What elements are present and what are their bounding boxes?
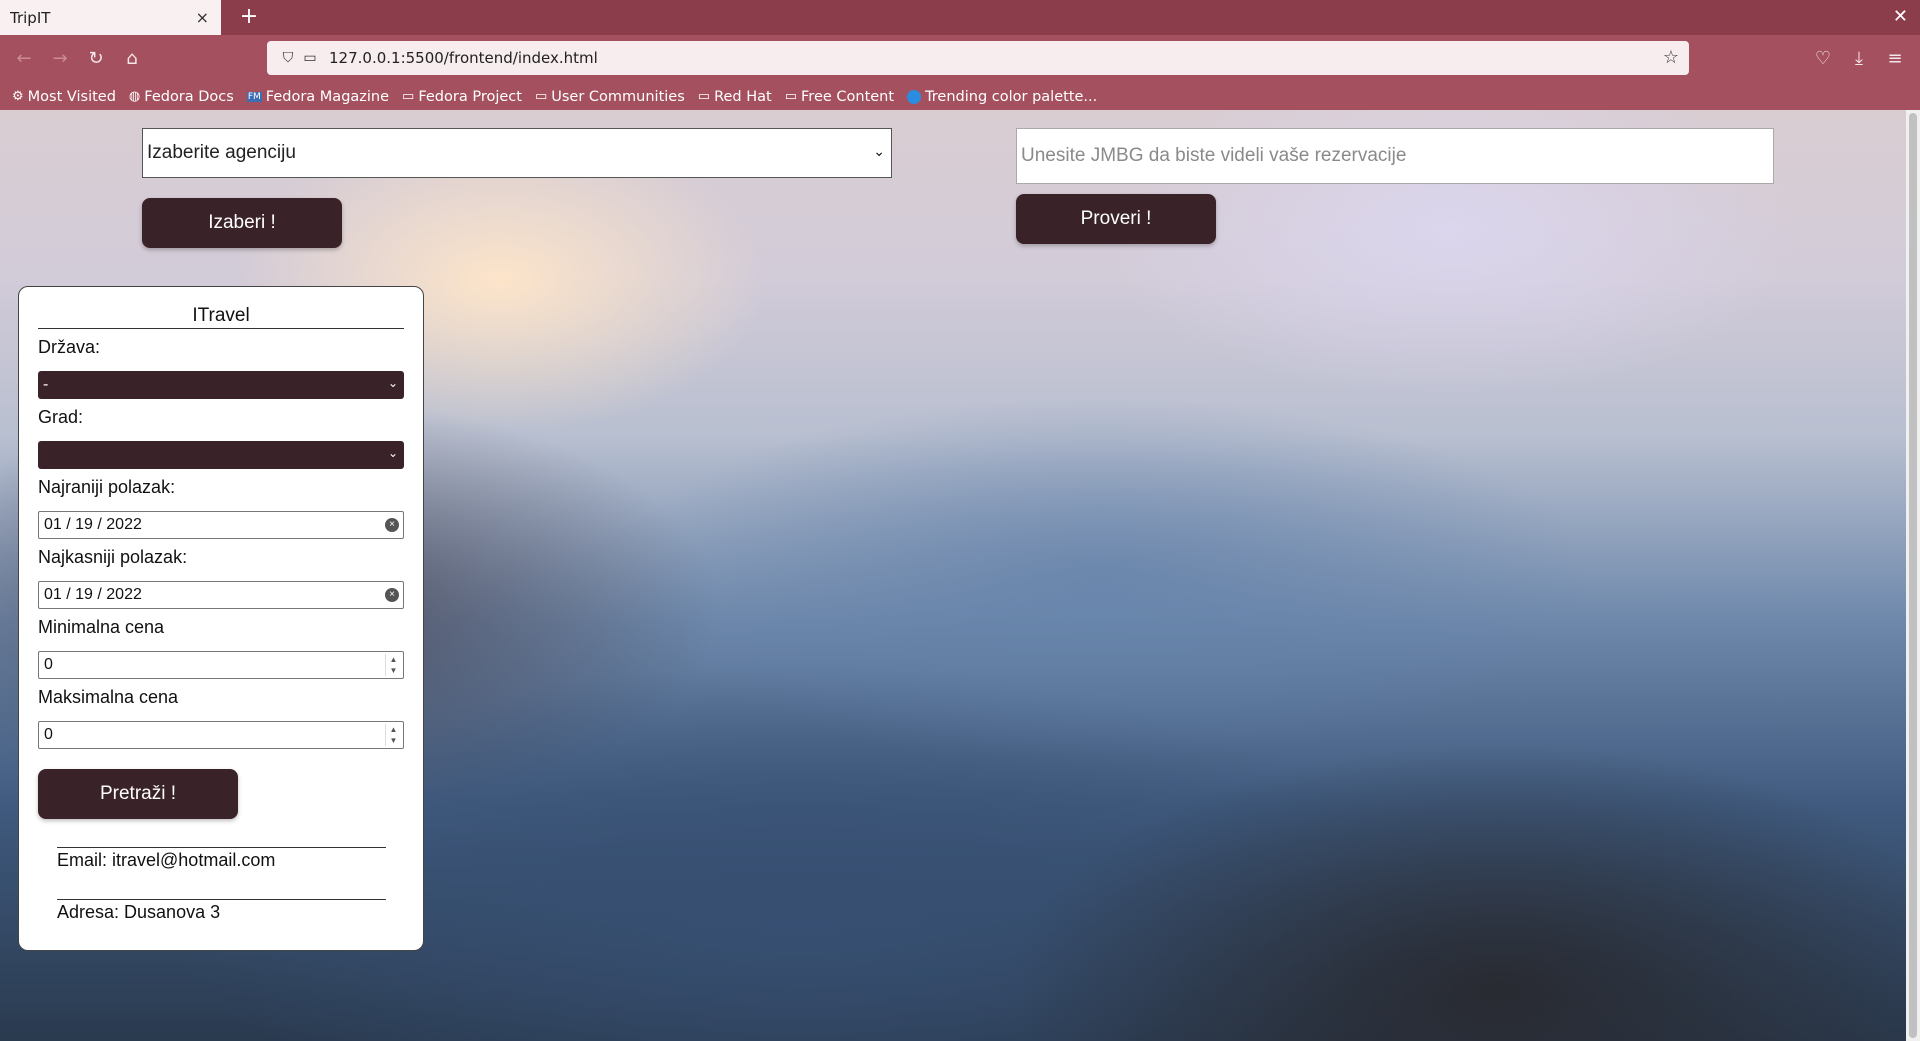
folder-icon: ▭ — [534, 89, 548, 104]
tab-tripit[interactable]: TripIT × — [0, 0, 221, 35]
agency-address: Adresa: Dusanova 3 — [57, 899, 386, 923]
chevron-down-icon: ⌄ — [873, 143, 885, 159]
bookmark-red-hat[interactable]: ▭ Red Hat — [698, 89, 772, 105]
menu-icon[interactable]: ≡ — [1883, 47, 1907, 71]
pocket-icon[interactable]: ♡ — [1811, 47, 1835, 71]
bookmark-trending-color-palette[interactable]: Trending color palette... — [907, 89, 1097, 105]
gear-icon: ⚙ — [12, 89, 24, 104]
bookmark-fedora-docs[interactable]: ◍ Fedora Docs — [129, 89, 234, 105]
downloads-icon[interactable]: ⤓ — [1847, 47, 1871, 71]
search-button[interactable]: Pretraži ! — [38, 769, 238, 819]
agency-title: ITravel — [38, 305, 404, 329]
max-price-input[interactable]: 0 ▲ ▼ — [38, 721, 404, 749]
earliest-departure-value: 01 / 19 / 2022 — [44, 516, 142, 533]
navigation-toolbar: ← → ↻ ⌂ ⛉ ▭ 127.0.0.1:5500/frontend/inde… — [0, 35, 1920, 83]
bookmark-most-visited[interactable]: ⚙ Most Visited — [12, 89, 116, 105]
folder-icon: ▭ — [784, 89, 798, 104]
check-reservations-button[interactable]: Proveri ! — [1016, 194, 1216, 244]
city-select[interactable]: ⌄ — [38, 441, 404, 469]
bookmark-star-icon[interactable]: ☆ — [1663, 47, 1679, 68]
agency-email: Email: itravel@hotmail.com — [57, 847, 386, 871]
chevron-down-icon: ⌄ — [387, 376, 398, 390]
max-price-label: Maksimalna cena — [38, 687, 179, 707]
fm-icon: FM — [246, 91, 262, 102]
bookmark-user-communities[interactable]: ▭ User Communities — [535, 89, 685, 105]
bookmark-label: Fedora Project — [418, 88, 522, 105]
forward-icon[interactable]: → — [48, 47, 72, 71]
select-agency-button[interactable]: Izaberi ! — [142, 198, 342, 248]
earliest-departure-label: Najraniji polazak: — [38, 477, 176, 497]
min-price-value: 0 — [44, 656, 53, 673]
folder-icon: ▭ — [697, 89, 711, 104]
latest-departure-value: 01 / 19 / 2022 — [44, 586, 142, 603]
globe-icon: ◍ — [128, 89, 141, 104]
latest-departure-label: Najkasniji polazak: — [38, 547, 188, 567]
clear-date-icon[interactable]: × — [385, 518, 399, 532]
page-content: Izaberite agenciju ⌄ Izaberi ! Unesite J… — [0, 110, 1906, 1041]
max-price-value: 0 — [44, 726, 53, 743]
bookmarks-toolbar: ⚙ Most Visited ◍ Fedora Docs FM Fedora M… — [0, 83, 1920, 110]
bookmark-label: Fedora Magazine — [265, 88, 390, 105]
number-stepper-icon[interactable]: ▲ ▼ — [385, 724, 401, 746]
bookmark-free-content[interactable]: ▭ Free Content — [785, 89, 894, 105]
close-tab-icon[interactable]: × — [196, 8, 209, 27]
site-icon — [907, 89, 922, 104]
bookmark-fedora-project[interactable]: ▭ Fedora Project — [402, 89, 522, 105]
new-tab-icon[interactable]: + — [236, 4, 262, 30]
bookmark-label: Free Content — [801, 88, 895, 105]
bookmark-label: Most Visited — [27, 88, 116, 105]
bookmark-label: Trending color palette... — [925, 88, 1098, 105]
country-select[interactable]: - ⌄ — [38, 371, 404, 399]
reload-icon[interactable]: ↻ — [84, 47, 108, 71]
earliest-departure-date-input[interactable]: 01 / 19 / 2022 × — [38, 511, 404, 539]
clear-date-icon[interactable]: × — [385, 588, 399, 602]
agency-card: ITravel Država: - ⌄ Grad: ⌄ Najraniji po… — [18, 286, 424, 951]
url-bar[interactable]: ⛉ ▭ 127.0.0.1:5500/frontend/index.html ☆ — [267, 41, 1689, 75]
agency-select[interactable]: Izaberite agenciju ⌄ — [142, 128, 892, 178]
back-icon[interactable]: ← — [12, 47, 36, 71]
vertical-scrollbar[interactable] — [1906, 110, 1920, 1041]
chevron-down-icon: ⌄ — [387, 446, 398, 460]
min-price-label: Minimalna cena — [38, 617, 165, 637]
country-select-value: - — [43, 376, 49, 393]
jmbg-input[interactable]: Unesite JMBG da biste videli vaše rezerv… — [1016, 128, 1774, 184]
city-label: Grad: — [38, 407, 84, 427]
bookmark-label: Fedora Docs — [144, 88, 234, 105]
latest-departure-date-input[interactable]: 01 / 19 / 2022 × — [38, 581, 404, 609]
home-icon[interactable]: ⌂ — [120, 47, 144, 71]
bookmark-label: User Communities — [551, 88, 685, 105]
agency-select-value: Izaberite agenciju — [147, 142, 296, 163]
min-price-input[interactable]: 0 ▲ ▼ — [38, 651, 404, 679]
tab-title: TripIT — [10, 8, 51, 27]
number-stepper-icon[interactable]: ▲ ▼ — [385, 654, 401, 676]
jmbg-placeholder: Unesite JMBG da biste videli vaše rezerv… — [1021, 145, 1407, 166]
scrollbar-thumb[interactable] — [1909, 113, 1917, 1038]
url-text[interactable]: 127.0.0.1:5500/frontend/index.html — [329, 49, 598, 67]
window-close-icon[interactable]: ✕ — [1893, 4, 1908, 30]
shield-icon[interactable]: ⛉ — [277, 50, 299, 66]
folder-icon: ▭ — [402, 89, 415, 104]
bookmark-fedora-magazine[interactable]: FM Fedora Magazine — [246, 88, 390, 105]
tab-strip: TripIT × + ✕ — [0, 0, 1920, 35]
country-label: Država: — [38, 337, 101, 357]
page-icon: ▭ — [303, 50, 317, 66]
bookmark-label: Red Hat — [714, 88, 772, 105]
